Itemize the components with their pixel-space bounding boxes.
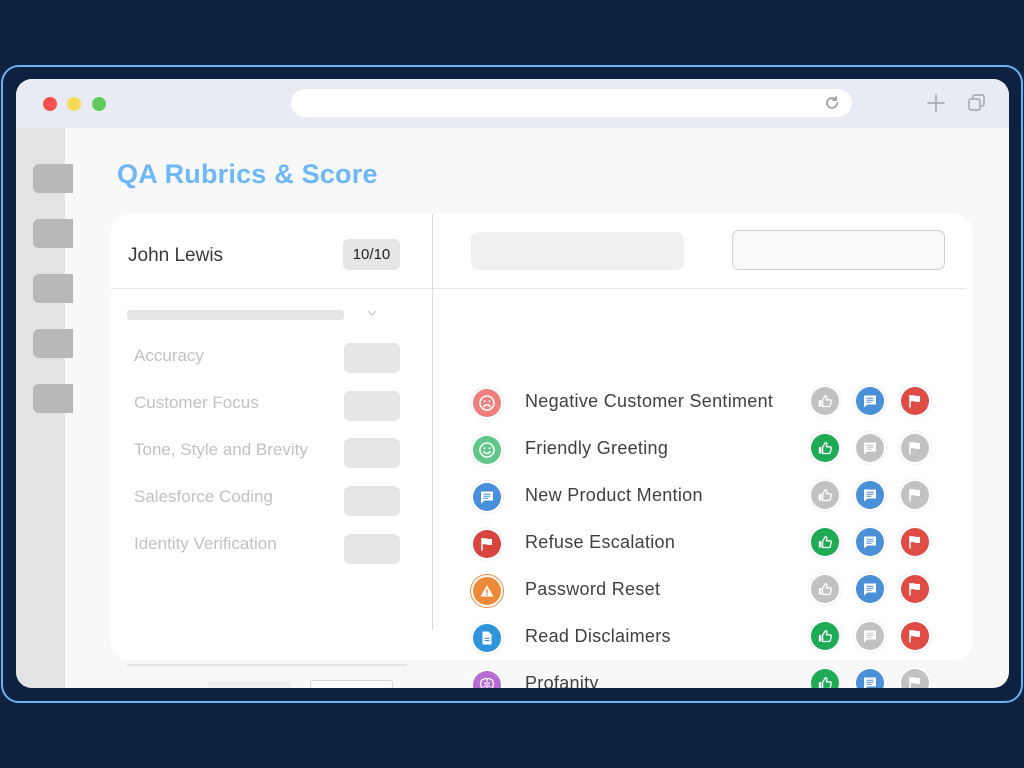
flag-icon (479, 536, 495, 552)
rubric-list: Negative Customer Sentiment Friendly Gree… (111, 214, 973, 688)
rubric-row: Negative Customer Sentiment (111, 384, 973, 426)
document-icon (479, 630, 495, 646)
browser-window: QA Rubrics & Score John Lewis 10/10 Accu… (16, 79, 1009, 688)
rubric-row: Password Reset (111, 572, 973, 614)
rubric-row: New Product Mention (111, 478, 973, 520)
rubric-label: Friendly Greeting (525, 438, 669, 458)
rubric-row: Profanity (111, 666, 973, 688)
rubric-icon-badge (470, 480, 504, 514)
address-bar[interactable] (291, 89, 852, 117)
chat-icon (862, 534, 878, 550)
like-button[interactable] (808, 384, 842, 418)
thumbs-up-icon (817, 487, 833, 503)
rubric-label: Read Disclaimers (525, 626, 671, 646)
reload-icon[interactable] (824, 95, 840, 111)
title-bar (16, 79, 1009, 128)
rubric-icon-badge (470, 668, 504, 688)
comment-button[interactable] (853, 572, 887, 606)
thumbs-up-icon (817, 581, 833, 597)
warning-icon (479, 583, 495, 599)
flag-icon (907, 487, 923, 503)
thumbs-up-icon (817, 534, 833, 550)
chat-icon (862, 581, 878, 597)
like-button[interactable] (808, 478, 842, 512)
chat-icon (862, 628, 878, 644)
sad-face-icon (478, 394, 496, 412)
chat-icon (862, 393, 878, 409)
flag-icon (907, 534, 923, 550)
comment-button[interactable] (853, 384, 887, 418)
flag-icon (907, 393, 923, 409)
sidebar-item[interactable] (33, 384, 73, 413)
like-button[interactable] (808, 525, 842, 559)
flag-icon (907, 440, 923, 456)
rubric-icon-badge (470, 433, 504, 467)
comment-button[interactable] (853, 525, 887, 559)
sidebar-item[interactable] (33, 274, 73, 303)
thumbs-up-icon (817, 393, 833, 409)
sidebar-item[interactable] (33, 329, 73, 358)
rubric-label: Password Reset (525, 579, 661, 599)
flag-button[interactable] (898, 666, 932, 688)
flag-icon (907, 628, 923, 644)
chat-icon (862, 675, 878, 688)
rubric-row: Refuse Escalation (111, 525, 973, 567)
like-button[interactable] (808, 431, 842, 465)
flag-icon (907, 675, 923, 688)
like-button[interactable] (808, 619, 842, 653)
thumbs-up-icon (817, 628, 833, 644)
smile-face-icon (478, 441, 496, 459)
flag-button[interactable] (898, 431, 932, 465)
flag-button[interactable] (898, 525, 932, 559)
new-tab-icon[interactable] (924, 91, 948, 115)
rubric-icon-badge (470, 386, 504, 420)
rubric-icon-badge (470, 621, 504, 655)
comment-button[interactable] (853, 478, 887, 512)
flag-button[interactable] (898, 619, 932, 653)
sidebar-item[interactable] (33, 219, 73, 248)
close-window-button[interactable] (43, 97, 57, 111)
maximize-window-button[interactable] (92, 97, 106, 111)
rubric-row: Read Disclaimers (111, 619, 973, 661)
page-title: QA Rubrics & Score (117, 159, 378, 189)
chat-icon (862, 487, 878, 503)
flag-button[interactable] (898, 572, 932, 606)
thumbs-up-icon (817, 675, 833, 688)
rubric-label: Negative Customer Sentiment (525, 391, 774, 411)
divider (127, 664, 407, 666)
rubric-label: New Product Mention (525, 485, 703, 505)
rubric-label: Refuse Escalation (525, 532, 676, 552)
sidebar-item[interactable] (33, 164, 73, 193)
like-button[interactable] (808, 572, 842, 606)
thumbs-up-icon (817, 440, 833, 456)
rubric-row: Friendly Greeting (111, 431, 973, 473)
minimize-window-button[interactable] (67, 97, 81, 111)
sidebar (16, 128, 73, 688)
chat-icon (862, 440, 878, 456)
flag-icon (907, 581, 923, 597)
flag-button[interactable] (898, 478, 932, 512)
like-button[interactable] (808, 666, 842, 688)
rubric-label: Profanity (525, 673, 599, 688)
chat-icon (479, 489, 495, 505)
comment-button[interactable] (853, 619, 887, 653)
comment-button[interactable] (853, 666, 887, 688)
rubric-icon-badge (470, 574, 504, 608)
rubric-icon-badge (470, 527, 504, 561)
tabs-icon[interactable] (965, 91, 989, 115)
comment-button[interactable] (853, 431, 887, 465)
flag-button[interactable] (898, 384, 932, 418)
brain-icon (478, 676, 496, 688)
